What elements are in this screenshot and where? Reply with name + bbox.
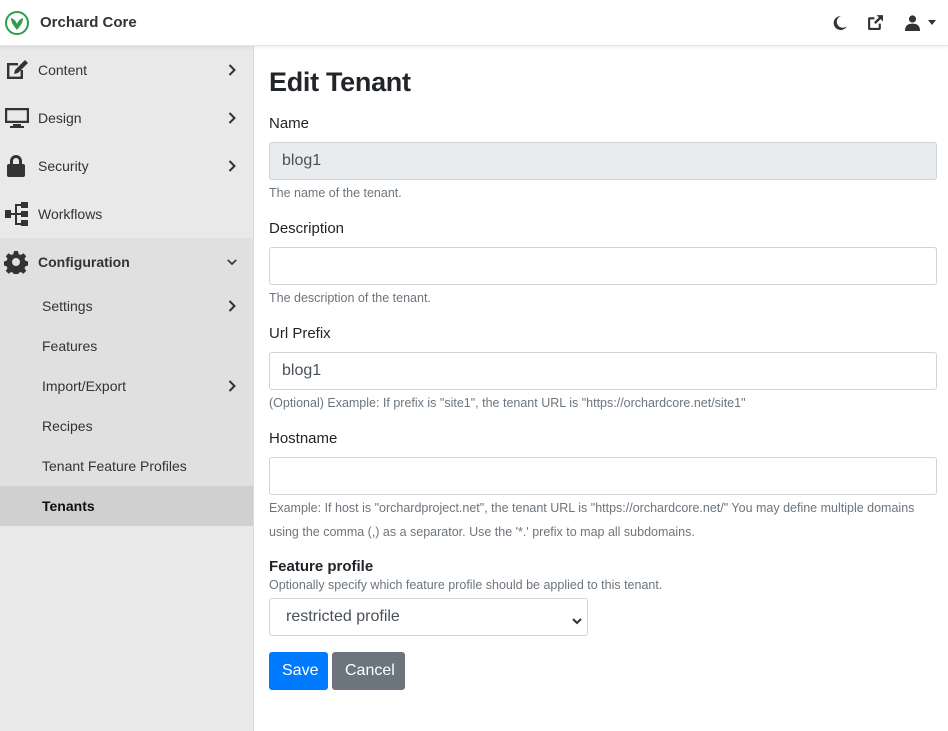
sidebar-item-label: Recipes [42, 418, 93, 434]
description-field[interactable] [269, 247, 937, 285]
sidebar-item-label: Settings [42, 298, 93, 314]
monitor-icon [0, 107, 32, 129]
orchard-logo-icon [5, 10, 29, 35]
feature-profile-label: Feature profile [269, 558, 374, 575]
caret-down-icon [928, 20, 936, 25]
name-field[interactable] [269, 142, 937, 180]
user-menu[interactable] [902, 13, 936, 33]
external-link-icon[interactable] [865, 13, 885, 33]
edit-icon [0, 59, 32, 81]
hostname-help-line1: Example: If host is "orchardproject.net"… [269, 501, 915, 515]
sidebar-item-label: Tenants [42, 498, 95, 514]
gear-icon [0, 250, 32, 274]
description-label: Description [269, 220, 345, 237]
hostname-help-line2: using the comma (,) as a separator. Use … [269, 525, 695, 539]
url-prefix-help: (Optional) Example: If prefix is "site1"… [269, 396, 746, 410]
sidebar-item-configuration[interactable]: Configuration [0, 238, 253, 286]
hostname-label: Hostname [269, 430, 338, 447]
sidebar-item-settings[interactable]: Settings [0, 286, 253, 326]
sidebar-item-workflows[interactable]: Workflows [0, 190, 253, 238]
sidebar: Content Design Security Workflows Config… [0, 46, 254, 731]
top-navbar: Orchard Core [0, 0, 948, 46]
save-button[interactable]: Save [269, 652, 328, 690]
form-actions: Save Cancel [269, 652, 937, 690]
sidebar-item-tenants[interactable]: Tenants [0, 486, 253, 526]
moon-icon[interactable] [830, 13, 850, 33]
brand[interactable]: Orchard Core [5, 10, 137, 35]
url-prefix-label: Url Prefix [269, 325, 331, 342]
configuration-submenu: Settings Features Import/Export Recipes … [0, 286, 253, 526]
sitemap-icon [0, 201, 32, 227]
sidebar-item-label: Workflows [38, 206, 103, 222]
chevron-right-icon [227, 63, 237, 77]
chevron-right-icon [227, 379, 237, 393]
chevron-right-icon [227, 299, 237, 313]
cancel-button[interactable]: Cancel [332, 652, 405, 690]
sidebar-item-tenant-feature-profiles[interactable]: Tenant Feature Profiles [0, 446, 253, 486]
chevron-down-icon [227, 255, 237, 269]
sidebar-item-label: Configuration [38, 254, 130, 270]
lock-icon [0, 155, 32, 177]
sidebar-item-label: Security [38, 158, 89, 174]
sidebar-item-design[interactable]: Design [0, 94, 253, 142]
name-help: The name of the tenant. [269, 186, 402, 200]
user-icon [902, 13, 922, 33]
sidebar-item-label: Features [42, 338, 98, 354]
sidebar-item-security[interactable]: Security [0, 142, 253, 190]
hostname-field[interactable] [269, 457, 937, 495]
name-label: Name [269, 115, 310, 132]
url-prefix-field[interactable] [269, 352, 937, 390]
page-title: Edit Tenant [269, 67, 411, 97]
feature-profile-selected: restricted profile [269, 598, 588, 636]
sidebar-item-label: Tenant Feature Profiles [42, 458, 187, 474]
feature-profile-help: Optionally specify which feature profile… [269, 578, 663, 592]
chevron-right-icon [227, 159, 237, 173]
sidebar-item-features[interactable]: Features [0, 326, 253, 366]
sidebar-item-label: Import/Export [42, 378, 127, 394]
chevron-right-icon [227, 111, 237, 125]
sidebar-item-import-export[interactable]: Import/Export [0, 366, 253, 406]
sidebar-item-recipes[interactable]: Recipes [0, 406, 253, 446]
description-help: The description of the tenant. [269, 291, 431, 305]
main-content: Edit Tenant Name The name of the tenant.… [269, 46, 937, 690]
sidebar-item-label: Design [38, 110, 82, 126]
sidebar-item-content[interactable]: Content [0, 46, 253, 94]
feature-profile-select[interactable]: restricted profile [269, 598, 588, 636]
sidebar-item-label: Content [38, 62, 88, 78]
app-title: Orchard Core [40, 14, 137, 31]
chevron-down-icon [572, 612, 582, 630]
